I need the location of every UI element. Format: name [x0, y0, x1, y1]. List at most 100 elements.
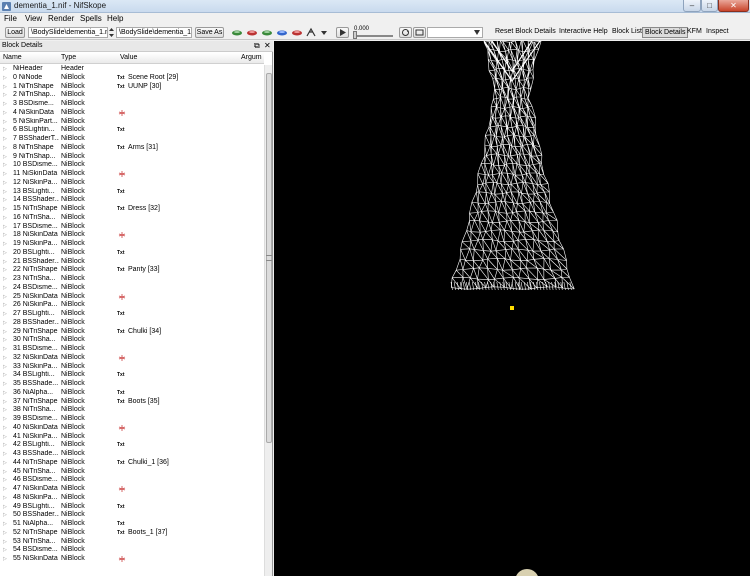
view-top-icon[interactable] [231, 27, 243, 38]
expand-arrow-icon[interactable]: ▷ [3, 494, 7, 503]
expand-arrow-icon[interactable]: ▷ [3, 310, 7, 319]
expand-arrow-icon[interactable]: ▷ [3, 170, 7, 179]
tree-row[interactable]: ▷ 2 NiTriShap... NiBlock [0, 91, 264, 100]
tree-row[interactable]: ▷ 20 BSLighti... NiBlock Txt [0, 249, 264, 258]
tree-row[interactable]: ▷ 1 NiTriShape NiBlock Txt UUNP [30] [0, 83, 264, 92]
tree-row[interactable]: ▷ 8 NiTriShape NiBlock Txt Arms [31] [0, 144, 264, 153]
expand-arrow-icon[interactable]: ▷ [3, 74, 7, 83]
tree-row[interactable]: ▷ NiHeader Header [0, 65, 264, 74]
tree-row[interactable]: ▷ 13 BSLighti... NiBlock Txt [0, 188, 264, 197]
expand-arrow-icon[interactable]: ▷ [3, 275, 7, 284]
tree-row[interactable]: ▷ 51 NiAlpha... NiBlock Txt [0, 520, 264, 529]
expand-arrow-icon[interactable]: ▷ [3, 135, 7, 144]
tree-row[interactable]: ▷ 36 NiAlpha... NiBlock Txt [0, 389, 264, 398]
tree-row[interactable]: ▷ 12 NiSkinPa... NiBlock [0, 179, 264, 188]
tree-row[interactable]: ▷ 21 BSShader... NiBlock [0, 258, 264, 267]
tree-row[interactable]: ▷ 38 NiTriSha... NiBlock [0, 406, 264, 415]
tree-row[interactable]: ▷ 26 NiSkinPa... NiBlock [0, 301, 264, 310]
tree-row[interactable]: ▷ 41 NiSkinPa... NiBlock [0, 433, 264, 442]
walk-mode-icon[interactable] [305, 27, 317, 38]
column-type-header[interactable]: Type [61, 54, 76, 61]
tree-row[interactable]: ▷ 32 NiSkinData NiBlock [0, 354, 264, 363]
play-button[interactable] [336, 27, 349, 38]
render-viewport[interactable] [274, 39, 750, 576]
tree-row[interactable]: ▷ 50 BSShader... NiBlock [0, 511, 264, 520]
expand-arrow-icon[interactable]: ▷ [3, 511, 7, 520]
expand-arrow-icon[interactable]: ▷ [3, 153, 7, 162]
menu-spells[interactable]: Spells [80, 14, 102, 23]
expand-arrow-icon[interactable]: ▷ [3, 389, 7, 398]
tree-row[interactable]: ▷ 4 NiSkinData NiBlock [0, 109, 264, 118]
tree-row[interactable]: ▷ 54 BSDisme... NiBlock [0, 546, 264, 555]
expand-arrow-icon[interactable]: ▷ [3, 231, 7, 240]
close-icon[interactable]: ✕ [718, 0, 749, 12]
load-path-field[interactable]: \BodySlide\dementia_1.nif [28, 27, 108, 38]
expand-arrow-icon[interactable]: ▷ [3, 433, 7, 442]
tree-row[interactable]: ▷ 0 NiNode NiBlock Txt Scene Root [29] [0, 74, 264, 83]
tree-row[interactable]: ▷ 49 BSLighti... NiBlock Txt [0, 503, 264, 512]
expand-arrow-icon[interactable]: ▷ [3, 485, 7, 494]
tree-row[interactable]: ▷ 24 BSDisme... NiBlock [0, 284, 264, 293]
expand-arrow-icon[interactable]: ▷ [3, 415, 7, 424]
tree-row[interactable]: ▷ 11 NiSkinData NiBlock [0, 170, 264, 179]
tree-row[interactable]: ▷ 52 NiTriShape NiBlock Txt Boots_1 [37] [0, 529, 264, 538]
inspect-button[interactable]: Inspect [706, 28, 729, 35]
expand-arrow-icon[interactable]: ▷ [3, 503, 7, 512]
block-tree[interactable]: ▷ NiHeader Header ▷ 0 NiNode NiBlock Txt Scene … [0, 65, 264, 576]
expand-arrow-icon[interactable]: ▷ [3, 319, 7, 328]
maximize-icon[interactable]: □ [701, 0, 718, 12]
view-side-icon[interactable] [261, 27, 273, 38]
time-slider-track[interactable] [353, 35, 393, 37]
expand-arrow-icon[interactable]: ▷ [3, 380, 7, 389]
expand-arrow-icon[interactable]: ▷ [3, 188, 7, 197]
tree-row[interactable]: ▷ 44 NiTriShape NiBlock Txt Chulki_1 [36] [0, 459, 264, 468]
expand-arrow-icon[interactable]: ▷ [3, 266, 7, 275]
tree-row[interactable]: ▷ 15 NiTriShape NiBlock Txt Dress [32] [0, 205, 264, 214]
expand-arrow-icon[interactable]: ▷ [3, 328, 7, 337]
expand-arrow-icon[interactable]: ▷ [3, 354, 7, 363]
column-value-header[interactable]: Value [120, 54, 137, 61]
tree-row[interactable]: ▷ 47 NiSkinData NiBlock [0, 485, 264, 494]
expand-arrow-icon[interactable]: ▷ [3, 161, 7, 170]
tree-row[interactable]: ▷ 10 BSDisme... NiBlock [0, 161, 264, 170]
expand-arrow-icon[interactable]: ▷ [3, 100, 7, 109]
swap-arrows-icon[interactable] [108, 27, 115, 38]
tree-row[interactable]: ▷ 3 BSDisme... NiBlock [0, 100, 264, 109]
load-button[interactable]: Load [5, 27, 25, 38]
tree-row[interactable]: ▷ 18 NiSkinData NiBlock [0, 231, 264, 240]
tree-row[interactable]: ▷ 19 NiSkinPa... NiBlock [0, 240, 264, 249]
loop-button[interactable] [399, 27, 412, 38]
vertical-scrollbar[interactable] [264, 65, 272, 576]
expand-arrow-icon[interactable]: ▷ [3, 441, 7, 450]
tree-row[interactable]: ▷ 23 NiTriSha... NiBlock [0, 275, 264, 284]
tree-row[interactable]: ▷ 17 BSDisme... NiBlock [0, 223, 264, 232]
tree-row[interactable]: ▷ 48 NiSkinPa... NiBlock [0, 494, 264, 503]
tree-row[interactable]: ▷ 35 BSShade... NiBlock [0, 380, 264, 389]
view-user-icon[interactable] [291, 27, 303, 38]
tree-row[interactable]: ▷ 42 BSLighti... NiBlock Txt [0, 441, 264, 450]
expand-arrow-icon[interactable]: ▷ [3, 555, 7, 564]
expand-arrow-icon[interactable]: ▷ [3, 301, 7, 310]
expand-arrow-icon[interactable]: ▷ [3, 538, 7, 547]
expand-arrow-icon[interactable]: ▷ [3, 520, 7, 529]
expand-arrow-icon[interactable]: ▷ [3, 258, 7, 267]
tree-row[interactable]: ▷ 33 NiSkinPa... NiBlock [0, 363, 264, 372]
column-argument-header[interactable]: Argum [241, 54, 262, 61]
block-details-button[interactable]: Block Details [642, 27, 689, 38]
expand-arrow-icon[interactable]: ▷ [3, 65, 7, 74]
expand-arrow-icon[interactable]: ▷ [3, 468, 7, 477]
menu-file[interactable]: File [4, 14, 17, 23]
expand-arrow-icon[interactable]: ▷ [3, 284, 7, 293]
expand-arrow-icon[interactable]: ▷ [3, 205, 7, 214]
tree-row[interactable]: ▷ 37 NiTriShape NiBlock Txt Boots [35] [0, 398, 264, 407]
tree-row[interactable]: ▷ 9 NiTriShap... NiBlock [0, 153, 264, 162]
close-panel-icon[interactable]: ✕ [264, 41, 271, 50]
menu-render[interactable]: Render [48, 14, 74, 23]
menu-help[interactable]: Help [107, 14, 123, 23]
tree-row[interactable]: ▷ 53 NiTriSha... NiBlock [0, 538, 264, 547]
tree-row[interactable]: ▷ 29 NiTriShape NiBlock Txt Chulki [34] [0, 328, 264, 337]
tree-row[interactable]: ▷ 22 NiTriShape NiBlock Txt Panty [33] [0, 266, 264, 275]
tree-row[interactable]: ▷ 46 BSDisme... NiBlock [0, 476, 264, 485]
tree-row[interactable]: ▷ 25 NiSkinData NiBlock [0, 293, 264, 302]
view-front-icon[interactable] [246, 27, 258, 38]
